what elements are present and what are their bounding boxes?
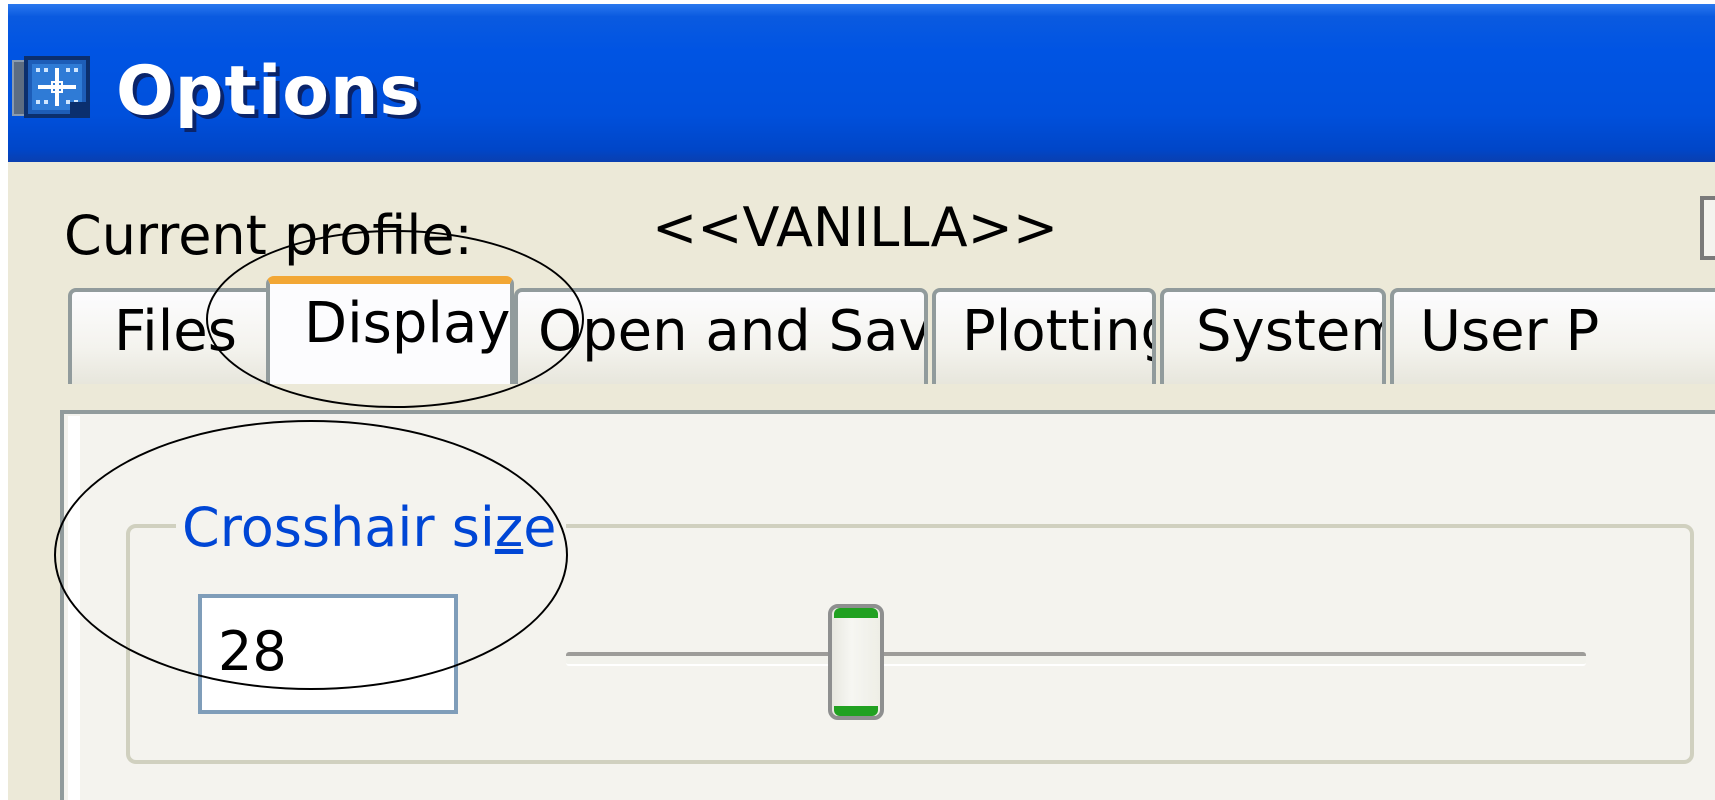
crosshair-size-label: Crosshair size bbox=[176, 496, 567, 560]
title-bar[interactable]: Options bbox=[8, 4, 1715, 162]
window-title: Options bbox=[116, 52, 421, 131]
access-key-z: z bbox=[494, 496, 524, 559]
tab-user-preferences[interactable]: User P bbox=[1390, 288, 1715, 384]
tab-display-label: Display bbox=[304, 291, 511, 356]
tab-files[interactable]: Files bbox=[68, 288, 274, 384]
tab-user-preferences-label: User P bbox=[1420, 299, 1600, 364]
tab-display[interactable]: Display bbox=[266, 276, 514, 384]
crosshair-size-input[interactable]: 28 bbox=[198, 594, 458, 714]
current-profile-value: <<VANILLA>> bbox=[652, 196, 1059, 259]
tab-plotting[interactable]: Plotting bbox=[932, 288, 1156, 384]
tab-open-and-save-label: Open and Save bbox=[538, 299, 928, 364]
tab-system[interactable]: System bbox=[1160, 288, 1386, 384]
panel-highlight bbox=[68, 416, 80, 800]
options-app-icon[interactable] bbox=[12, 56, 92, 120]
options-dialog: Options Current profile: <<VANILLA>> Fil… bbox=[8, 4, 1715, 800]
tab-files-label: Files bbox=[114, 299, 237, 364]
crosshair-size-slider-thumb[interactable] bbox=[828, 604, 884, 720]
edge-control-partial[interactable] bbox=[1700, 196, 1715, 260]
tab-open-and-save[interactable]: Open and Save bbox=[514, 288, 928, 384]
current-profile-label: Current profile: bbox=[64, 204, 473, 267]
tab-plotting-label: Plotting bbox=[962, 299, 1156, 364]
tab-system-label: System bbox=[1196, 299, 1386, 364]
crosshair-size-slider-track[interactable] bbox=[566, 652, 1586, 666]
